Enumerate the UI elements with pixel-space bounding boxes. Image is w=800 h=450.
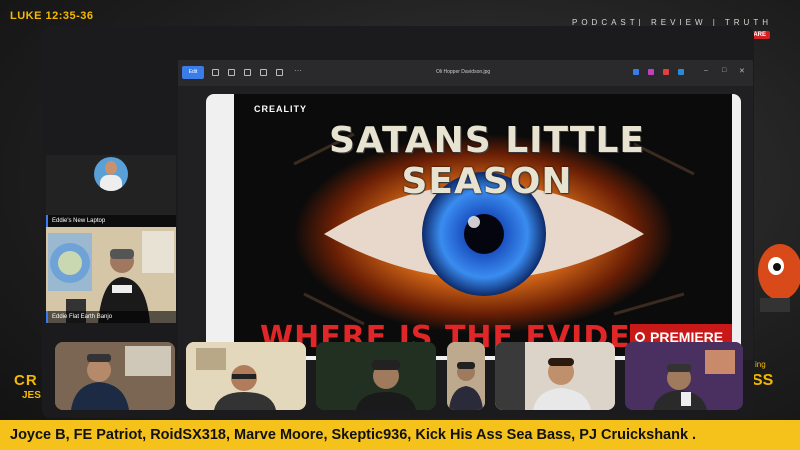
poster-brand: CREALITY (254, 104, 307, 114)
participant-name: Eddie's New Laptop (46, 215, 176, 227)
close-button[interactable]: ✕ (739, 67, 745, 75)
poster-title: SATANS LITTLE SEASON (328, 120, 645, 202)
participant-video[interactable] (55, 342, 175, 410)
broadcast-icon (635, 332, 645, 342)
maximize-button[interactable]: □ (722, 67, 726, 74)
file-name: Oli Hopper Davidson.jpg (436, 69, 491, 75)
stream-screen: LUKE 12:35-36 PODCAST| REVIEW | TRUTH AR… (0, 0, 800, 450)
right-brand-subtext: ing (755, 360, 766, 369)
ticker-text: Joyce B, FE Patriot, RoidSX318, Marve Mo… (10, 427, 697, 443)
participant-video[interactable] (447, 342, 485, 410)
share-icon[interactable] (633, 69, 639, 75)
office-icon[interactable] (663, 69, 669, 75)
info-icon[interactable] (276, 69, 283, 76)
apps-icon[interactable] (648, 69, 654, 75)
participant-video[interactable] (316, 342, 436, 410)
more-options-button[interactable]: ··· (294, 66, 302, 75)
chat-ticker: Joyce B, FE Patriot, RoidSX318, Marve Mo… (0, 420, 800, 450)
cloud-icon[interactable] (678, 69, 684, 75)
participant-video[interactable] (495, 342, 615, 410)
crop-icon[interactable] (260, 69, 267, 76)
avatar (94, 157, 128, 191)
delete-icon[interactable] (228, 69, 235, 76)
participant-tile[interactable]: Eddie's New Laptop (46, 155, 176, 227)
mascot-icon (758, 244, 800, 312)
right-brand-text: SS (752, 372, 774, 389)
image-viewer-window: Edit ··· Oli Hopper Davidson.jpg – □ ✕ C… (178, 60, 753, 360)
edit-button[interactable]: Edit (182, 66, 204, 79)
left-brand-text: CR (14, 372, 38, 389)
left-brand-subtext: JES (22, 390, 41, 401)
verse-title: LUKE 12:35-36 (10, 10, 94, 22)
participant-video (46, 227, 176, 323)
viewer-toolbar: Edit ··· Oli Hopper Davidson.jpg – □ ✕ (178, 60, 753, 86)
poster-image: CREALITY SATANS LITTLE SEASON WHERE IS T… (234, 94, 732, 356)
participant-video[interactable] (186, 342, 306, 410)
participant-video[interactable] (625, 342, 743, 410)
print-icon[interactable] (244, 69, 251, 76)
rotate-icon[interactable] (212, 69, 219, 76)
participant-name: Eddie Flat Earth Banjo (46, 311, 176, 323)
participant-tile[interactable]: Eddie Flat Earth Banjo (46, 227, 176, 323)
minimize-button[interactable]: – (704, 67, 708, 74)
